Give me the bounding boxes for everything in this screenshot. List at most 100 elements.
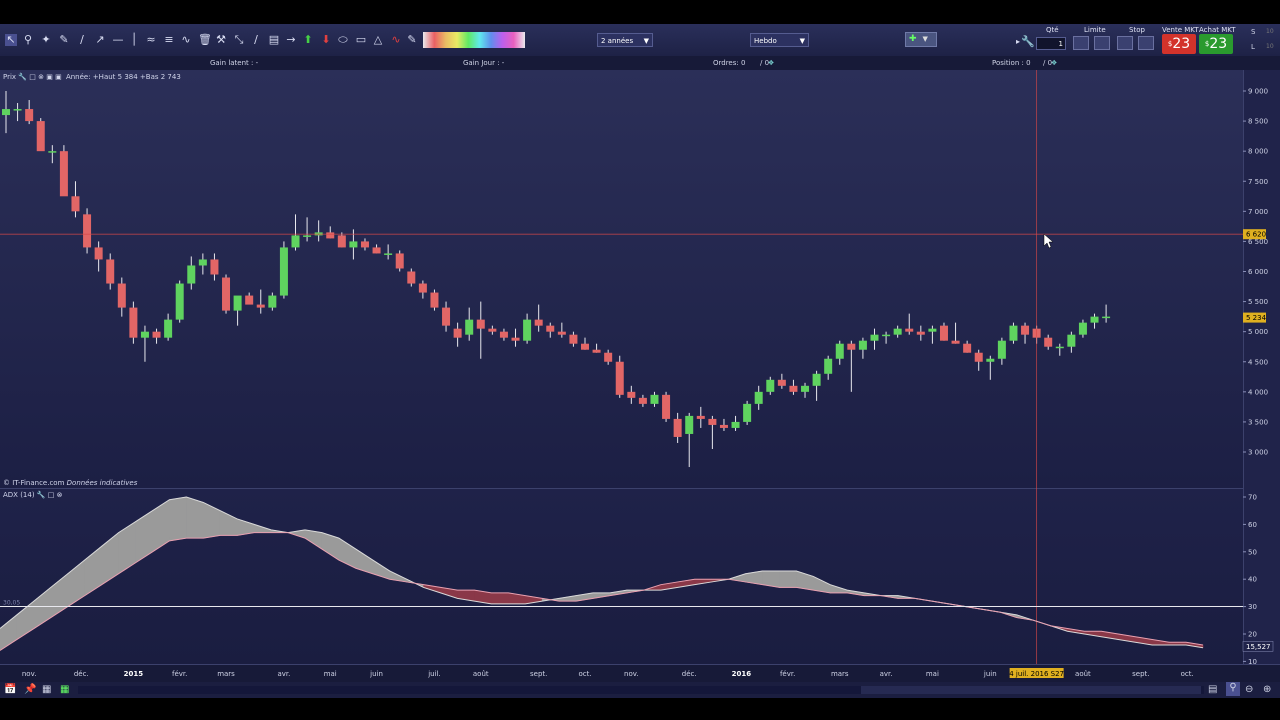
- candle-down: [129, 307, 138, 338]
- candle-up: [268, 295, 277, 308]
- y-tick-label: 4 000: [1248, 388, 1268, 396]
- candle-up: [685, 415, 694, 434]
- chart-svg: 9 0008 5008 0007 5007 0006 5006 0005 500…: [0, 70, 1274, 678]
- candle-up: [48, 151, 57, 153]
- candle-up: [997, 340, 1006, 359]
- candles-group: [2, 91, 1111, 468]
- x-tick-label: févr.: [172, 670, 187, 678]
- candle-up: [198, 259, 207, 266]
- candle-up: [349, 241, 358, 248]
- y-tick-label: 7 000: [1248, 208, 1268, 216]
- candle-down: [83, 214, 92, 248]
- candle-down: [1021, 325, 1030, 335]
- candle-down: [430, 292, 439, 308]
- candle-up: [812, 373, 821, 386]
- calendar-icon[interactable]: 📅: [4, 684, 16, 695]
- x-tick-label: oct.: [1181, 670, 1194, 678]
- candle-up: [1090, 316, 1099, 323]
- adx-band-up: [186, 496, 204, 539]
- x-tick-label: nov.: [22, 670, 37, 678]
- candle-up: [1078, 322, 1087, 335]
- candle-up: [870, 334, 879, 341]
- candle-up: [1055, 346, 1064, 349]
- candle-down: [662, 394, 671, 419]
- candle-up: [743, 403, 752, 422]
- zoom-fit-icon[interactable]: ⚲: [1226, 682, 1240, 696]
- adx-y-tick-label: 10: [1248, 658, 1257, 666]
- candle-down: [951, 340, 960, 344]
- candle-down: [152, 331, 161, 338]
- y-tick-label: 7 500: [1248, 178, 1268, 186]
- candle-down: [546, 325, 555, 332]
- grid-icon[interactable]: ▦: [42, 684, 51, 695]
- x-tick-label: oct.: [578, 670, 591, 678]
- y-tick-label: 5 500: [1248, 298, 1268, 306]
- adx-band-up: [152, 499, 170, 553]
- zoom-in-icon[interactable]: ⊕: [1263, 684, 1271, 695]
- scrollbar-thumb[interactable]: [861, 686, 1201, 694]
- adx-band-up: [118, 521, 136, 575]
- candle-down: [245, 295, 254, 305]
- candle-down: [777, 379, 786, 386]
- last-price-label: 5 234: [1246, 314, 1267, 322]
- candle-down: [94, 247, 103, 260]
- x-tick-label: nov.: [624, 670, 639, 678]
- candle-down: [569, 334, 578, 344]
- y-tick-label: 8 500: [1248, 118, 1268, 126]
- horizontal-scrollbar[interactable]: [78, 686, 1204, 694]
- pin-icon[interactable]: 📌: [24, 684, 36, 695]
- candle-up: [233, 295, 242, 311]
- y-tick-label: 4 500: [1248, 358, 1268, 366]
- candle-down: [592, 349, 601, 353]
- candle-down: [974, 352, 983, 362]
- candle-up: [928, 328, 937, 332]
- candle-up: [164, 319, 173, 338]
- candle-down: [210, 259, 219, 275]
- adx-y-tick-label: 70: [1248, 494, 1257, 502]
- adx-band-up: [33, 586, 52, 630]
- x-tick-label: déc.: [74, 670, 89, 678]
- x-tick-label: sept.: [530, 670, 547, 678]
- candle-down: [395, 253, 404, 269]
- adx-last-label: 15,527: [1246, 643, 1271, 651]
- candle-down: [534, 319, 543, 326]
- y-tick-label: 6 000: [1248, 268, 1268, 276]
- adx-band-up: [321, 532, 340, 561]
- candle-down: [222, 277, 231, 311]
- x-tick-label: déc.: [682, 670, 697, 678]
- y-tick-label: 3 500: [1248, 418, 1268, 426]
- adx-band-up: [203, 502, 221, 539]
- bottom-toolbar: 📅 📌 ▦ ▦ ▤ ⚲ ⊖ ⊕: [0, 682, 1280, 698]
- adx-y-tick-label: 60: [1248, 521, 1257, 529]
- candle-up: [801, 385, 810, 392]
- x-tick-label: août: [1075, 670, 1091, 678]
- candle-up: [986, 358, 995, 362]
- table-icon[interactable]: ▦: [60, 684, 69, 695]
- candle-up: [2, 109, 10, 116]
- candle-up: [731, 421, 740, 428]
- x-tick-label: sept.: [1132, 670, 1149, 678]
- candle-down: [719, 424, 728, 428]
- candle-down: [557, 331, 566, 335]
- y-tick-label: 9 000: [1248, 88, 1268, 96]
- candle-up: [650, 394, 659, 404]
- candle-down: [963, 343, 972, 353]
- zoom-out-icon[interactable]: ⊖: [1245, 684, 1253, 695]
- candle-up: [303, 235, 312, 237]
- x-tick-label: févr.: [780, 670, 795, 678]
- candle-up: [175, 283, 184, 320]
- candle-up: [893, 328, 902, 335]
- chart-type-icon[interactable]: ▤: [1208, 684, 1217, 695]
- candle-up: [465, 319, 474, 335]
- candle-down: [117, 283, 126, 308]
- candle-up: [824, 358, 833, 374]
- candle-down: [511, 337, 520, 341]
- x-tick-label: avr.: [880, 670, 893, 678]
- candle-down: [337, 235, 346, 248]
- candle-up: [835, 343, 844, 359]
- candle-down: [418, 283, 427, 293]
- candle-up: [140, 331, 149, 338]
- candle-up: [523, 319, 532, 341]
- candle-down: [488, 328, 497, 332]
- candle-down: [627, 391, 636, 398]
